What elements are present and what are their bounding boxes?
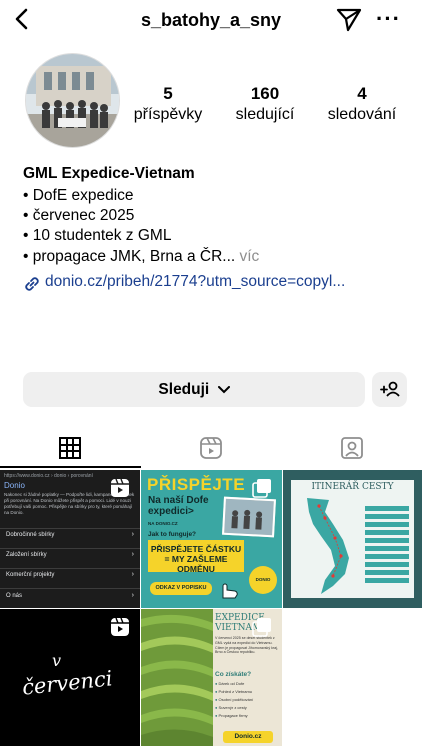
post1-title: Donio <box>4 481 25 490</box>
profile-tabs <box>0 428 422 468</box>
chevron-right-icon: › <box>131 571 134 578</box>
post-thumbnail-1[interactable]: https://www.donio.cz › donio › porovnání… <box>0 470 140 608</box>
bio-more-link[interactable]: víc <box>235 248 259 265</box>
post-thumbnail-4[interactable]: v červenci <box>0 609 140 746</box>
posts-grid: https://www.donio.cz › donio › porovnání… <box>0 470 422 746</box>
post2-badge: DONIO <box>249 566 277 594</box>
multi-photo-icon <box>252 618 271 637</box>
post2-question: Jak to funguje? <box>148 531 197 538</box>
tagged-person-icon <box>341 437 363 459</box>
tab-reels[interactable] <box>141 428 281 468</box>
chevron-right-icon: › <box>131 531 134 538</box>
divider <box>0 548 140 549</box>
post5-reward-item: Osobní poděkování <box>218 697 254 702</box>
post5-link-button: Donio.cz <box>223 731 273 743</box>
share-button[interactable] <box>336 8 362 32</box>
active-tab-indicator <box>0 466 141 468</box>
post5-reward-item: Suvenýr z cesty <box>218 705 247 710</box>
chevron-right-icon: › <box>131 551 134 558</box>
link-icon <box>23 275 41 293</box>
divider <box>0 568 140 569</box>
hand-cursor-icon <box>222 583 238 599</box>
post3-title: ITINERÁŘ CESTY <box>311 482 394 492</box>
post-thumbnail-3[interactable]: ITINERÁŘ CESTY <box>283 470 422 608</box>
post2-title: PŘISPĚJTE <box>147 475 246 494</box>
post1-menu-item: Komerční projekty <box>6 572 55 578</box>
followers-count[interactable]: 160 sledující <box>220 84 310 124</box>
post2-subtitle-small: NA DONIO.CZ <box>148 521 178 526</box>
post5-reward-item: Propagace firmy <box>218 713 248 718</box>
post-thumbnail-2[interactable]: PŘISPĚJTE Na naší Dofe expedici> NA DONI… <box>141 470 282 608</box>
bio-line: • DofE expedice <box>23 187 134 204</box>
grid-icon <box>59 437 81 459</box>
reel-badge-icon <box>111 617 129 636</box>
following-count-label: sledování <box>327 106 397 123</box>
post4-text-2: červenci <box>20 666 114 700</box>
post2-subtitle: Na naší Dofe expedici> <box>148 495 209 517</box>
post5-body: V červenci 2025 se deset studentek z GML… <box>215 636 278 655</box>
divider <box>0 528 140 529</box>
post1-menu-item: O nás <box>6 593 23 599</box>
bio-line: • 10 studentek z GML <box>23 227 172 244</box>
bio-line-text: • propagace JMK, Brna a ČR... <box>23 248 236 265</box>
post5-reward-item: Pohled z Vietnamu <box>218 689 253 694</box>
paper-plane-icon <box>336 8 362 32</box>
chevron-right-icon: › <box>131 592 134 599</box>
following-button[interactable]: Sleduji <box>23 372 365 407</box>
post-thumbnail-5[interactable]: EXPEDICE VIETNAM V červenci 2025 se dese… <box>141 609 282 746</box>
reel-badge-icon <box>111 478 129 497</box>
followers-count-label: sledující <box>235 106 295 123</box>
posts-count-value: 5 <box>163 84 173 103</box>
following-count[interactable]: 4 sledování <box>317 84 407 124</box>
post5-reward-item: Dárek od Dofe <box>218 681 245 686</box>
avatar[interactable] <box>25 53 120 148</box>
tab-posts-grid[interactable] <box>0 428 140 468</box>
top-bar: s_batohy_a_sny ··· <box>0 0 422 44</box>
post4-text-1: v <box>52 651 62 670</box>
post1-menu-item: Založení sbírky <box>6 552 47 558</box>
tab-tagged[interactable] <box>282 428 422 468</box>
profile-display-name: GML Expedice-Vietnam <box>23 165 195 182</box>
following-count-value: 4 <box>357 84 367 103</box>
post5-rewards-title: Co získáte? <box>215 671 252 678</box>
rice-terraces-image <box>141 609 213 746</box>
chevron-down-icon <box>217 386 230 394</box>
more-options-button[interactable]: ··· <box>376 6 401 32</box>
group-photo-image <box>26 54 119 147</box>
post1-url: https://www.donio.cz › donio › porovnání <box>4 473 93 479</box>
suggested-users-button[interactable] <box>372 372 407 407</box>
posts-count-label: příspěvky <box>133 106 203 123</box>
post1-menu-item: Dobročinné sbírky <box>6 532 55 538</box>
divider <box>0 588 140 589</box>
following-button-label: Sleduji <box>158 381 210 398</box>
vietnam-map-image <box>307 498 349 594</box>
multi-photo-icon <box>252 479 271 498</box>
post2-box: PŘISPĚJETE ČÁSTKU = MY ZAŠLEME ODMĚNU <box>148 540 244 574</box>
post2-link-button: ODKAZ V POPISKU <box>150 582 212 595</box>
group-photo-image <box>222 496 276 538</box>
bio-external-link[interactable]: donio.cz/pribeh/21774?utm_source=copyl..… <box>45 273 345 291</box>
post5-rewards: ● Dárek od Dofe ● Pohled z Vietnamu ● Os… <box>215 681 254 718</box>
add-user-icon <box>380 381 400 397</box>
reels-icon <box>200 437 222 459</box>
followers-count-value: 160 <box>250 84 280 103</box>
itinerary-list <box>365 506 409 586</box>
posts-count[interactable]: 5 příspěvky <box>123 84 213 124</box>
bio-line-truncated: • propagace JMK, Brna a ČR... víc <box>23 248 259 266</box>
bio-line: • červenec 2025 <box>23 207 135 224</box>
